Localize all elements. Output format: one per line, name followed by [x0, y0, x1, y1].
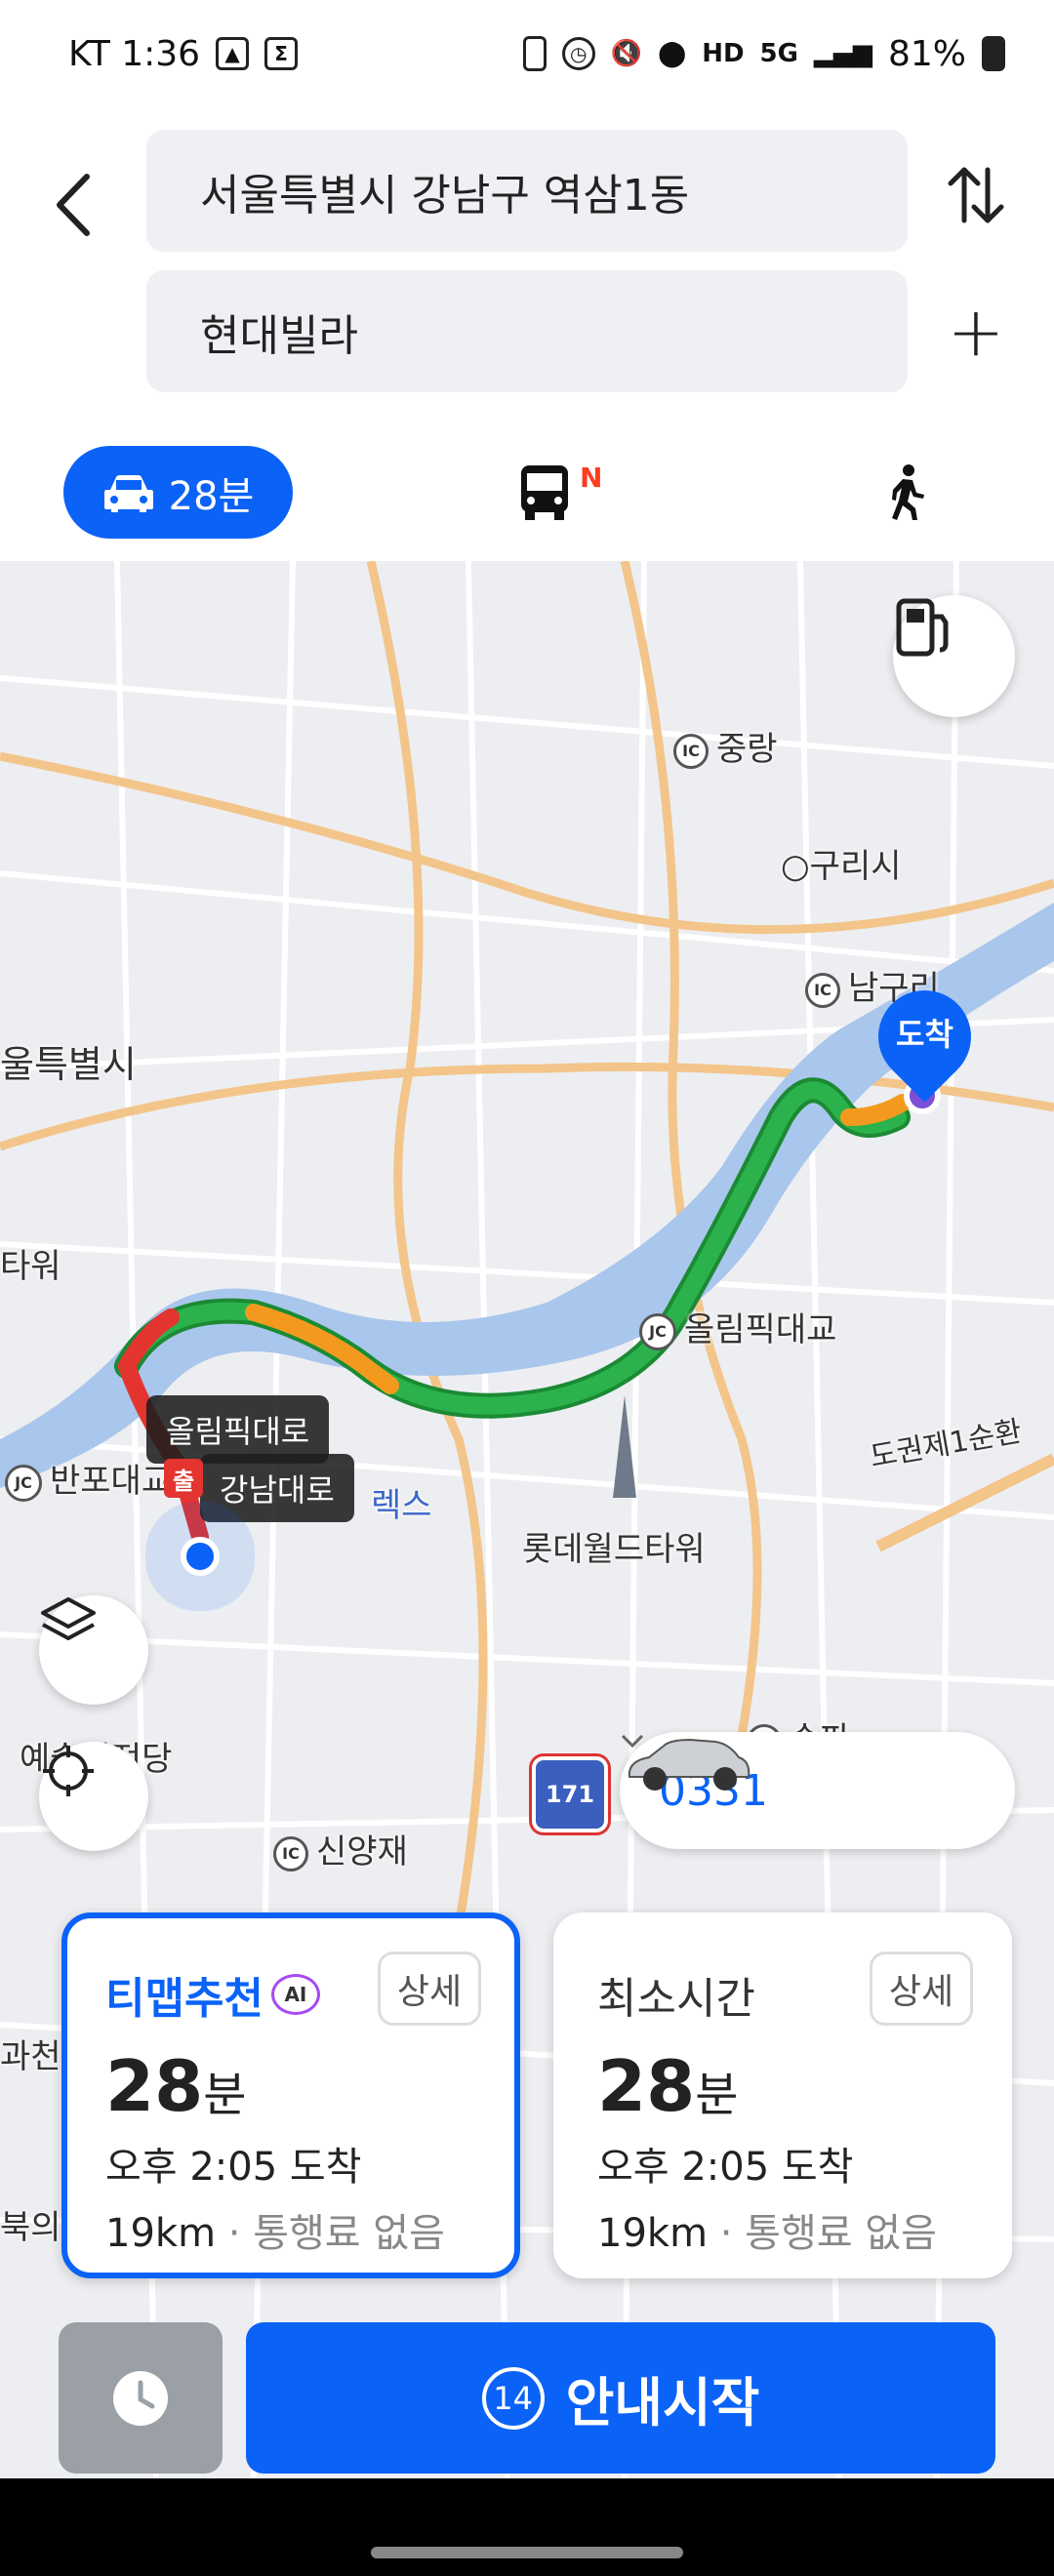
swap-icon: [948, 167, 1004, 223]
swap-button[interactable]: [917, 146, 1034, 244]
tab-car[interactable]: 28분: [63, 446, 293, 539]
route-card-recommended[interactable]: 티맵추천 AI 상세 28분 오후 2:05 도착 19km · 통행료 없음: [61, 1912, 520, 2278]
jc-icon: JC: [5, 1464, 42, 1502]
ic-icon: IC: [673, 733, 709, 769]
battery-icon: [982, 36, 1005, 71]
map-label-guri: ○구리시: [781, 847, 902, 886]
battery-percent: 81%: [887, 33, 966, 74]
destination-text: 현대빌라: [200, 310, 358, 361]
route-meta: 19km · 통행료 없음: [597, 2211, 937, 2256]
route-duration: 28분: [105, 2045, 247, 2127]
highway-shield: 171: [532, 1756, 608, 1832]
ai-badge-icon: AI: [270, 1974, 320, 2015]
plus-icon: +: [947, 292, 1005, 372]
count-badge: 14: [481, 2366, 545, 2430]
system-nav-bar: [0, 2478, 1054, 2576]
map-label-seoul: 울특별시: [0, 1043, 137, 1086]
route-card-fastest[interactable]: 최소시간 상세 28분 오후 2:05 도착 19km · 통행료 없음: [553, 1912, 1012, 2278]
map-label-lotte-tower: 롯데월드타워: [522, 1530, 706, 1569]
destination-field[interactable]: 현대빌라: [146, 270, 908, 392]
tab-transit[interactable]: N: [517, 446, 602, 539]
origin-field[interactable]: 서울특별시 강남구 역삼1동: [146, 130, 908, 252]
current-location-dot: [181, 1537, 220, 1576]
home-indicator[interactable]: [371, 2547, 683, 2558]
new-badge: N: [580, 462, 603, 494]
detail-button[interactable]: 상세: [870, 1952, 973, 2026]
route-header: 서울특별시 강남구 역삼1동 현대빌라 + 28분 N: [0, 107, 1054, 561]
status-time: KT 1:36: [68, 33, 201, 74]
layers-button[interactable]: [39, 1595, 148, 1705]
ic-icon: IC: [273, 1835, 308, 1872]
map-label-sinyangjae: IC 신양재: [273, 1825, 408, 1872]
route-arrival: 오후 2:05 도착: [597, 2145, 854, 2190]
tab-walk[interactable]: [883, 446, 926, 539]
car-time: 28분: [168, 473, 255, 519]
vehicle-selector[interactable]: 0331: [620, 1732, 1015, 1849]
route-tag-gangnam-road[interactable]: 강남대로: [200, 1454, 354, 1522]
back-button[interactable]: [39, 161, 107, 249]
walk-icon: [892, 463, 924, 520]
map-label-jungnang: IC 중랑: [673, 722, 778, 770]
route-duration: 28분: [597, 2045, 739, 2127]
alarm-icon: ◷: [561, 37, 595, 70]
layers-icon: [41, 1597, 96, 1640]
departure-marker: 출: [164, 1459, 203, 1498]
recenter-button[interactable]: [39, 1742, 148, 1851]
gas-station-button[interactable]: [893, 595, 1015, 717]
transport-modes: 28분 N: [0, 434, 1054, 542]
detail-button[interactable]: 상세: [378, 1952, 481, 2026]
map-label-tower: 타워: [0, 1247, 61, 1286]
bus-icon: [521, 464, 568, 520]
jc-icon: JC: [639, 1312, 676, 1350]
sigma-notification-icon: Σ: [264, 37, 299, 70]
ic-icon: IC: [805, 972, 840, 1008]
clock-icon: [113, 2370, 168, 2426]
route-arrival: 오후 2:05 도착: [105, 2145, 362, 2190]
map-label-olympic-bridge: JC 올림픽대교: [639, 1303, 836, 1350]
status-bar: KT 1:36 ▲ Σ ◷ 🔇 ⬤ HD 5G ▂▄▆ 81%: [0, 0, 1054, 107]
sim-icon: [522, 36, 547, 71]
signal-icon: ▂▄▆: [813, 39, 872, 68]
car-icon: [103, 474, 153, 512]
arrival-label: 도착: [896, 1016, 953, 1053]
location-icon: ⬤: [658, 39, 687, 68]
route-meta: 19km · 통행료 없음: [105, 2211, 445, 2256]
chevron-left-icon: [57, 174, 90, 236]
bottom-action-bar: 14 안내시작: [0, 2303, 1054, 2478]
crosshair-icon: [43, 1746, 94, 1796]
chevron-down-icon: [621, 1734, 644, 1749]
route-options: 티맵추천 AI 상세 28분 오후 2:05 도착 19km · 통행료 없음 …: [0, 1912, 1054, 2283]
fuel-pump-icon: [896, 598, 949, 657]
hd-voice-icon: HD: [702, 39, 745, 68]
5g-icon: 5G: [759, 39, 798, 68]
schedule-button[interactable]: [59, 2322, 223, 2474]
map-label-exs: 렉스: [371, 1486, 432, 1525]
mute-icon: 🔇: [610, 39, 643, 68]
gallery-notification-icon: ▲: [216, 37, 250, 70]
add-waypoint-button[interactable]: +: [917, 283, 1034, 381]
start-guidance-button[interactable]: 14 안내시작: [246, 2322, 995, 2474]
map-label-banpo: JC 반포대교: [5, 1454, 172, 1502]
origin-text: 서울특별시 강남구 역삼1동: [200, 170, 690, 221]
start-label: 안내시작: [565, 2372, 760, 2434]
